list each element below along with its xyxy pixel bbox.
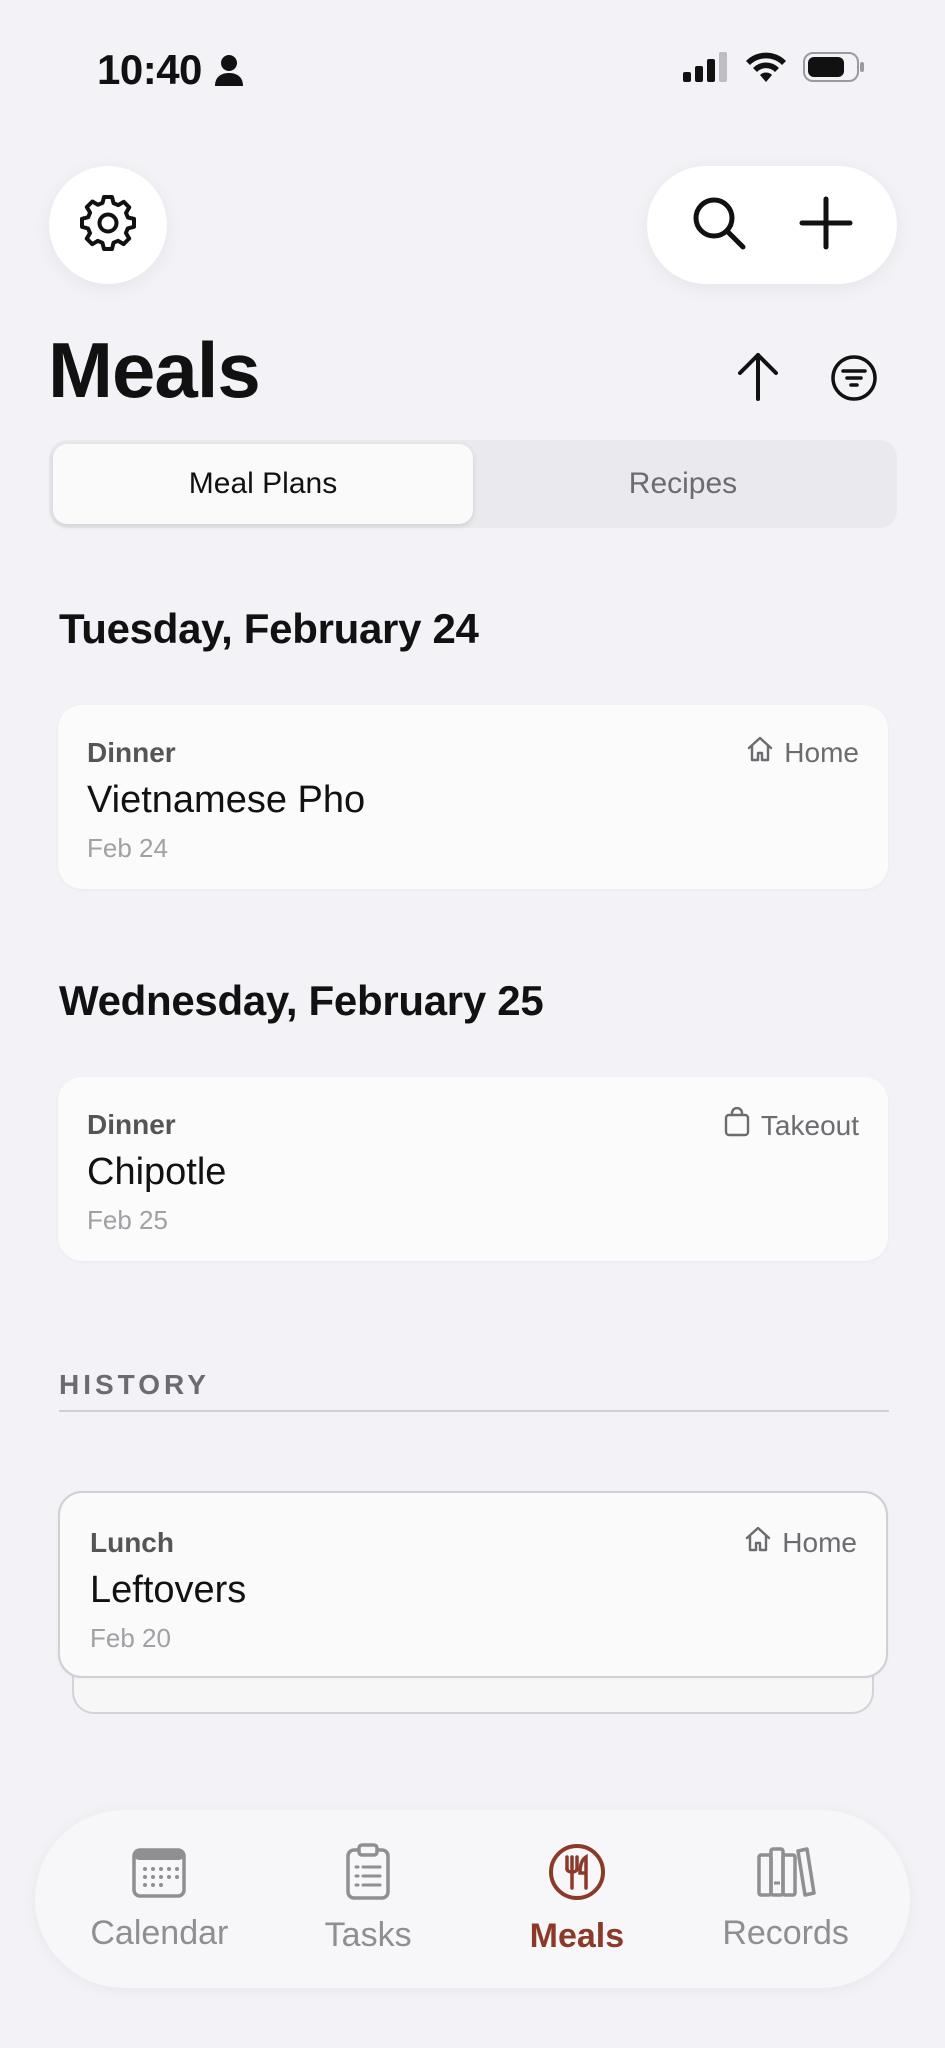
day-heading: Tuesday, February 24 — [59, 605, 479, 652]
sort-button[interactable] — [728, 348, 788, 408]
tab-records[interactable]: Records — [686, 1845, 886, 1953]
filter-icon — [830, 354, 878, 407]
status-bar: 10:40 — [0, 0, 945, 140]
meal-date: Feb 24 — [87, 833, 168, 863]
plus-icon — [796, 193, 856, 258]
books-icon — [756, 1845, 816, 1904]
status-time: 10:40 — [97, 46, 202, 93]
tab-label: Meals — [529, 1917, 625, 1955]
history-divider — [59, 1410, 889, 1412]
meal-location: Takeout — [723, 1106, 859, 1144]
battery-icon — [803, 52, 865, 87]
meal-type: Dinner — [87, 737, 176, 768]
meal-name: Vietnamese Pho — [87, 779, 366, 821]
segment-recipes[interactable]: Recipes — [473, 444, 893, 524]
clipboard-icon — [345, 1843, 391, 1906]
filter-button[interactable] — [824, 350, 884, 410]
add-button[interactable] — [786, 185, 866, 265]
arrow-up-icon — [736, 351, 780, 406]
meal-date: Feb 25 — [87, 1205, 168, 1235]
house-icon — [744, 1525, 772, 1560]
day-heading: Wednesday, February 25 — [59, 977, 544, 1024]
search-icon — [689, 193, 749, 258]
meal-type: Dinner — [87, 1109, 176, 1140]
meal-card[interactable]: Dinner Chipotle Feb 25 Takeout — [58, 1077, 888, 1261]
history-label: HISTORY — [59, 1369, 210, 1400]
location-label: Takeout — [760, 1109, 859, 1141]
tab-bar: Calendar Tasks Meals Records — [35, 1810, 910, 1988]
history-card[interactable]: Lunch Leftovers Feb 20 Home — [58, 1491, 888, 1678]
person-icon — [214, 54, 244, 91]
meal-name: Chipotle — [87, 1151, 227, 1193]
meal-name: Leftovers — [90, 1569, 247, 1611]
tab-calendar[interactable]: Calendar — [59, 1845, 259, 1953]
tab-tasks[interactable]: Tasks — [268, 1843, 468, 1955]
calendar-icon — [131, 1845, 187, 1904]
wifi-icon — [745, 52, 787, 87]
search-button[interactable] — [679, 185, 759, 265]
tab-label: Tasks — [324, 1916, 412, 1954]
location-label: Home — [784, 736, 859, 768]
segmented-control: Meal Plans Recipes — [49, 440, 897, 528]
tab-label: Records — [722, 1914, 849, 1952]
utensils-icon — [547, 1842, 607, 1907]
page-title: Meals — [48, 326, 261, 414]
meal-type: Lunch — [90, 1527, 174, 1558]
segment-meal-plans[interactable]: Meal Plans — [53, 444, 473, 524]
meal-location: Home — [746, 735, 859, 770]
house-icon — [746, 735, 774, 770]
search-add-group — [647, 166, 897, 284]
bag-icon — [723, 1106, 751, 1144]
meal-card[interactable]: Dinner Vietnamese Pho Feb 24 Home — [58, 705, 888, 889]
status-icons — [683, 52, 865, 87]
tab-meals[interactable]: Meals — [477, 1842, 677, 1956]
meal-location: Home — [744, 1525, 857, 1560]
settings-button[interactable] — [49, 166, 167, 284]
tab-label: Calendar — [90, 1914, 229, 1952]
gear-icon — [78, 193, 138, 258]
signal-icon — [683, 52, 729, 87]
meal-date: Feb 20 — [90, 1623, 171, 1653]
location-label: Home — [782, 1526, 857, 1558]
